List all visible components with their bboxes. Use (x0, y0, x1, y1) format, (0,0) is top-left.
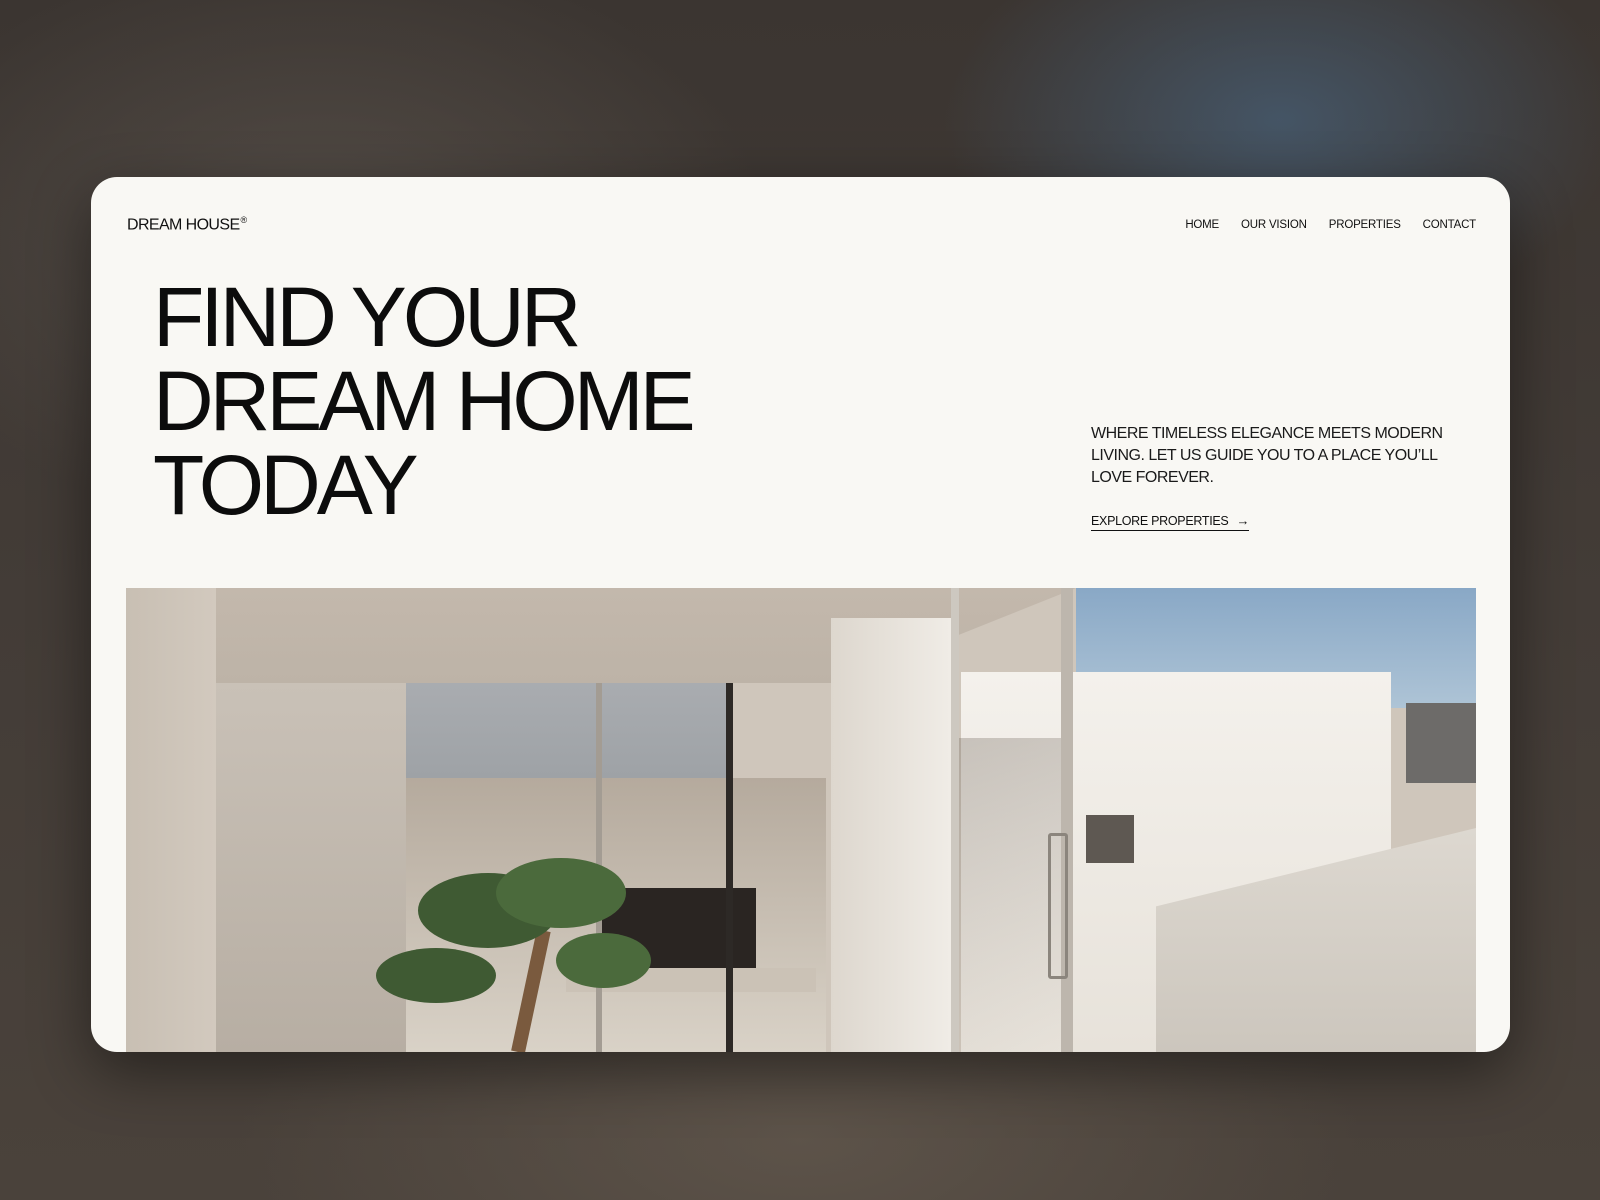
hero-title-line-1: FIND YOUR (153, 270, 581, 364)
explore-properties-link[interactable]: EXPLORE PROPERTIES → (1091, 513, 1249, 531)
bonsai-foliage (496, 858, 626, 928)
main-nav: HOME OUR VISION PROPERTIES CONTACT (1185, 219, 1476, 231)
square-window (1086, 815, 1134, 863)
nav-properties[interactable]: PROPERTIES (1329, 219, 1401, 231)
sliding-door-frame (1061, 588, 1073, 1052)
white-column (831, 618, 951, 1052)
left-wall (126, 588, 216, 1052)
hero-title-line-3: TODAY (153, 438, 419, 532)
hero-title-line-2: DREAM HOME (153, 354, 696, 448)
bonsai-foliage (376, 948, 496, 1003)
nav-home[interactable]: HOME (1185, 219, 1219, 231)
brand-logo[interactable]: DREAM HOUSE® (127, 215, 247, 234)
explore-properties-label: EXPLORE PROPERTIES (1091, 513, 1229, 528)
glass-mullion-dark (726, 683, 733, 1052)
brand-name: DREAM HOUSE (127, 216, 240, 234)
upper-glass (406, 683, 731, 778)
arrow-right-icon: → (1236, 513, 1250, 528)
neighbor-building (1406, 703, 1476, 783)
registered-mark: ® (240, 215, 248, 225)
sliding-door-frame (951, 588, 959, 1052)
bonsai-foliage (556, 933, 651, 988)
nav-our-vision[interactable]: OUR VISION (1241, 219, 1307, 231)
hero-tagline: WHERE TIMELESS ELEGANCE MEETS MODERN LIV… (1091, 425, 1443, 486)
courtyard-wall (216, 683, 406, 1052)
hero-image (126, 588, 1476, 1052)
nav-contact[interactable]: CONTACT (1423, 219, 1477, 231)
door-handle (1048, 833, 1068, 979)
website-card: DREAM HOUSE® HOME OUR VISION PROPERTIES … (91, 177, 1510, 1052)
hero-title: FIND YOUR DREAM HOME TODAY (153, 270, 696, 532)
